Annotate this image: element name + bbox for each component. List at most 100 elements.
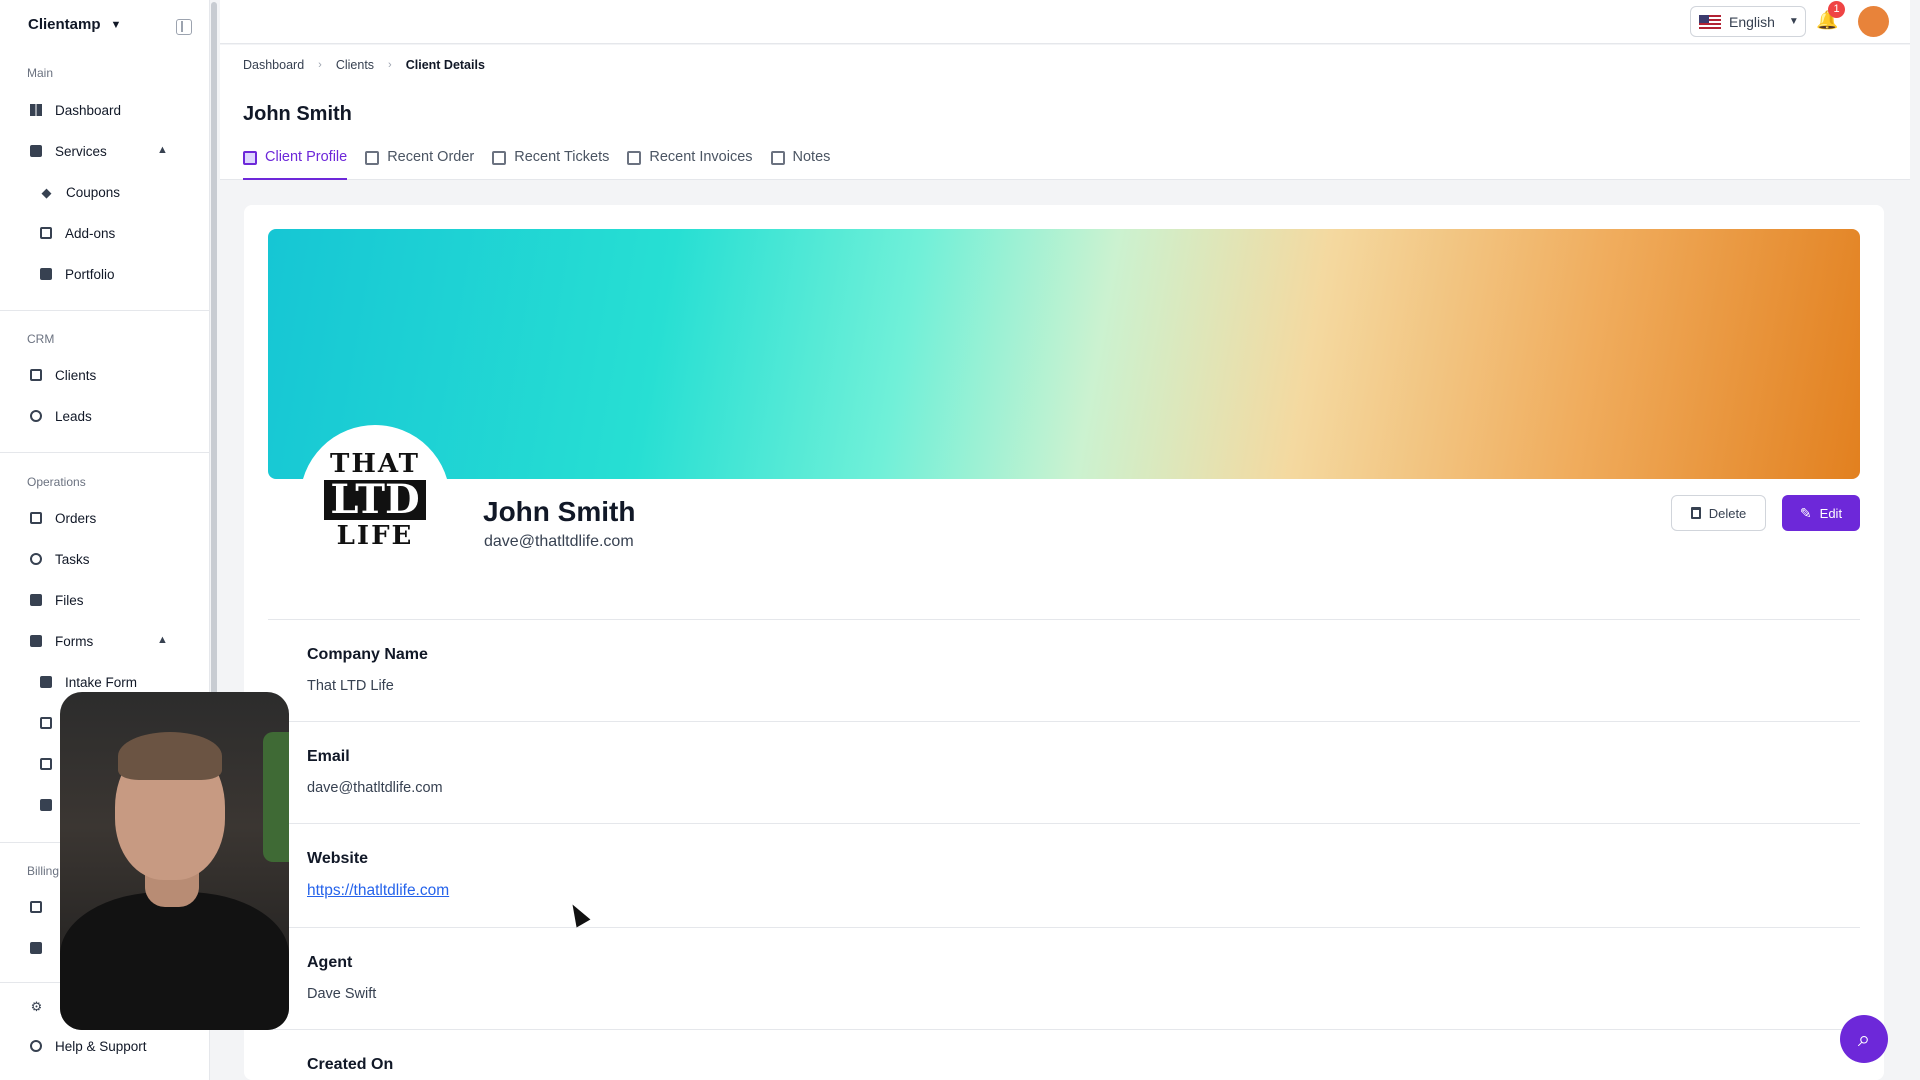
tag-icon: ◆ — [41, 184, 52, 200]
sidebar-item-tasks[interactable]: Tasks — [30, 549, 90, 569]
field-label: Agent — [307, 954, 353, 971]
sidebar-item-billing-2[interactable] — [30, 938, 42, 958]
field-website: Website https://thatltdlife.com — [268, 823, 1860, 927]
contacts-icon — [30, 369, 42, 381]
delete-button[interactable]: Delete — [1671, 495, 1766, 531]
register-icon — [30, 942, 42, 954]
dashboard-icon — [30, 104, 42, 116]
background-plant — [263, 732, 289, 862]
website-link[interactable]: https://thatltdlife.com — [307, 882, 449, 900]
breadcrumb: Dashboard › Clients › Client Details — [243, 58, 485, 72]
sidebar-item-clients[interactable]: Clients — [30, 365, 96, 385]
check-circle-icon — [30, 553, 42, 565]
list-icon — [365, 151, 380, 165]
sidebar-item-leads[interactable]: Leads — [30, 406, 92, 426]
client-email: dave@thatltdlife.com — [484, 533, 634, 550]
field-created-on: Created On — [268, 1029, 1860, 1080]
sidebar-item-label: Add-ons — [65, 225, 116, 241]
sidebar-item-form-3[interactable] — [40, 754, 52, 774]
tab-client-profile[interactable]: Client Profile — [243, 149, 348, 180]
tab-recent-order[interactable]: Recent Order — [365, 149, 474, 180]
chevron-right-icon: › — [318, 59, 322, 71]
sidebar-item-form-2[interactable] — [40, 713, 52, 733]
chevron-up-icon[interactable]: ▲ — [157, 144, 168, 156]
sidebar-item-label: Orders — [55, 510, 97, 526]
workspace-switcher[interactable]: Clientamp ▼ — [28, 16, 121, 33]
app-name: Clientamp — [28, 16, 101, 33]
sidebar-item-label: Tasks — [55, 551, 90, 567]
field-company-name: Company Name That LTD Life — [268, 619, 1860, 721]
field-label: Email — [307, 748, 350, 765]
gear-icon: ⚙ — [30, 998, 43, 1014]
page-title: John Smith — [243, 103, 352, 125]
edit-button[interactable]: ✎ Edit — [1782, 495, 1860, 531]
chevron-right-icon: › — [388, 59, 392, 71]
sidebar-item-label: Help & Support — [55, 1038, 147, 1054]
scrollbar-thumb[interactable] — [211, 2, 217, 732]
webcam-overlay — [60, 692, 289, 1030]
chevron-up-icon[interactable]: ▲ — [157, 634, 168, 646]
tab-label: Recent Order — [387, 149, 475, 165]
section-title-main: Main — [27, 66, 54, 80]
field-value: That LTD Life — [307, 678, 394, 694]
document-icon — [40, 717, 52, 729]
tab-label: Recent Tickets — [514, 149, 610, 165]
sidebar-item-orders[interactable]: Orders — [30, 508, 96, 528]
presenter-shirt — [60, 892, 289, 1030]
credit-card-icon — [30, 901, 42, 913]
topbar: English ▼ 🔔 1 — [220, 0, 1910, 44]
help-icon — [30, 1040, 42, 1052]
sidebar-item-settings[interactable]: ⚙ — [30, 996, 43, 1016]
list-icon — [30, 512, 42, 524]
notification-badge: 1 — [1828, 1, 1845, 18]
logo-text-line: LIFE — [336, 521, 414, 551]
tab-label: Client Profile — [265, 149, 348, 165]
sidebar-item-label: Forms — [55, 633, 94, 649]
sidebar-item-help[interactable]: Help & Support — [30, 1036, 147, 1056]
client-avatar: THAT LTD LIFE — [300, 425, 450, 575]
sidebar-collapse-icon[interactable] — [176, 19, 192, 35]
section-title-billing: Billing — [27, 864, 60, 878]
us-flag-icon — [1699, 14, 1721, 29]
field-label: Created On — [307, 1056, 394, 1073]
presenter-hair — [118, 732, 222, 780]
tab-notes[interactable]: Notes — [770, 149, 831, 180]
globe-icon — [30, 410, 42, 422]
sidebar-item-label: Coupons — [66, 184, 121, 200]
sidebar-item-services[interactable]: Services — [30, 141, 107, 161]
tab-recent-invoices[interactable]: Recent Invoices — [627, 149, 753, 180]
ticket-icon — [492, 151, 507, 165]
sidebar-item-portfolio[interactable]: Portfolio — [40, 264, 115, 284]
field-label: Website — [307, 850, 369, 867]
trash-icon — [1690, 507, 1701, 519]
tab-label: Recent Invoices — [649, 149, 753, 165]
sidebar-item-dashboard[interactable]: Dashboard — [30, 100, 121, 120]
profile-banner — [268, 229, 1860, 479]
search-chat-icon: ⌕ — [1857, 1026, 1871, 1051]
document-icon — [40, 799, 52, 811]
sidebar-item-billing-1[interactable] — [30, 897, 42, 917]
tab-label: Notes — [792, 149, 831, 165]
pencil-icon: ✎ — [1799, 504, 1812, 521]
language-select[interactable]: English ▼ — [1690, 6, 1806, 37]
sidebar-item-form-4[interactable] — [40, 795, 52, 815]
sidebar-item-coupons[interactable]: ◆ Coupons — [40, 182, 121, 202]
chat-support-button[interactable]: ⌕ — [1840, 1015, 1888, 1063]
sidebar-item-intake-form[interactable]: Intake Form — [40, 672, 137, 692]
user-avatar[interactable] — [1858, 6, 1889, 37]
breadcrumb-dashboard[interactable]: Dashboard — [243, 58, 304, 72]
sidebar-divider — [0, 310, 210, 311]
form-icon — [30, 635, 42, 647]
tab-recent-tickets[interactable]: Recent Tickets — [492, 149, 609, 180]
breadcrumb-clients[interactable]: Clients — [336, 58, 374, 72]
sidebar-item-forms[interactable]: Forms — [30, 631, 93, 651]
section-title-crm: CRM — [27, 332, 55, 346]
sidebar-item-files[interactable]: Files — [30, 590, 84, 610]
chevron-down-icon: ▼ — [110, 18, 122, 31]
section-title-operations: Operations — [27, 475, 86, 489]
client-name: John Smith — [483, 496, 636, 527]
folder-icon — [30, 594, 42, 606]
sidebar-item-addons[interactable]: Add-ons — [40, 223, 115, 243]
logo-text-line: THAT — [329, 449, 420, 479]
field-label: Company Name — [307, 646, 428, 663]
